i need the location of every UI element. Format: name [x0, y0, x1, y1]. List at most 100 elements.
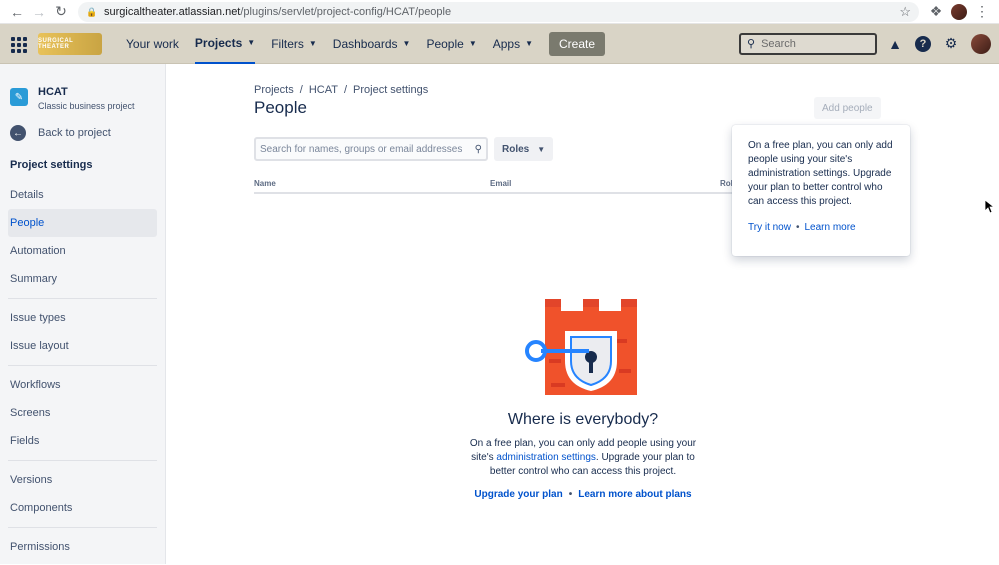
table-header: Name Email Rol	[254, 177, 734, 194]
empty-state-body: On a free plan, you can only add people …	[456, 437, 710, 479]
nav-label: People	[426, 36, 464, 51]
nav-label: Apps	[492, 36, 521, 51]
browser-menu-icon[interactable]: ⋮	[971, 1, 993, 23]
link-separator: •	[795, 222, 800, 233]
sidebar-item-issue-layout[interactable]: Issue layout	[8, 332, 157, 360]
empty-state: Where is everybody? On a free plan, you …	[456, 299, 710, 500]
search-icon: ⚲	[747, 38, 756, 50]
nav-apps[interactable]: Apps ▼	[493, 24, 533, 64]
learn-more-plans-link[interactable]: Learn more about plans	[578, 489, 691, 500]
notifications-icon[interactable]: ▲	[885, 34, 905, 54]
help-glyph: ?	[915, 35, 931, 52]
app-switcher-icon[interactable]	[8, 34, 28, 54]
browser-bar: ← → ↻ 🔒 surgicaltheater.atlassian.net/pl…	[0, 0, 999, 24]
breadcrumb-hcat[interactable]: HCAT	[309, 84, 338, 96]
try-it-now-link[interactable]: Try it now	[748, 222, 791, 233]
global-search-input[interactable]: ⚲ Search	[739, 32, 877, 55]
project-sidebar: ✎ HCAT Classic business project ← Back t…	[0, 64, 166, 564]
sidebar-item-issue-types[interactable]: Issue types	[8, 304, 157, 332]
nav-projects[interactable]: Projects ▼	[194, 24, 256, 64]
add-people-button[interactable]: Add people	[814, 97, 881, 119]
nav-label: Dashboards	[332, 36, 398, 51]
project-header[interactable]: ✎ HCAT Classic business project	[8, 80, 157, 111]
site-logo[interactable]: SURGICAL THEATER	[38, 32, 102, 55]
sidebar-item-automation[interactable]: Automation	[8, 237, 157, 265]
column-email[interactable]: Email	[490, 179, 511, 188]
sidebar-item-summary[interactable]: Summary	[8, 265, 157, 293]
forward-arrow-icon[interactable]: →	[28, 1, 50, 23]
search-placeholder: Search	[761, 37, 796, 50]
sidebar-divider	[8, 365, 157, 366]
column-role[interactable]: Rol	[720, 179, 733, 188]
learn-more-link[interactable]: Learn more	[804, 222, 855, 233]
castle-icon	[525, 299, 637, 395]
sidebar-item-versions[interactable]: Versions	[8, 466, 157, 494]
search-icon: ⚲	[474, 143, 482, 155]
roles-label: Roles	[502, 143, 530, 155]
sidebar-item-people[interactable]: People	[8, 209, 157, 237]
reload-icon[interactable]: ↻	[50, 1, 72, 23]
upgrade-plan-link[interactable]: Upgrade your plan	[474, 489, 562, 500]
link-separator: •	[568, 489, 573, 500]
castle-key-illustration	[523, 299, 643, 397]
arrow-left-icon: ←	[10, 125, 26, 141]
address-bar[interactable]: 🔒 surgicaltheater.atlassian.net/plugins/…	[78, 1, 919, 22]
chevron-down-icon: ▼	[308, 39, 317, 48]
nav-your-work[interactable]: Your work	[126, 24, 179, 64]
chevron-down-icon: ▼	[525, 39, 534, 48]
lock-icon: 🔒	[86, 6, 98, 17]
user-avatar[interactable]	[971, 33, 991, 54]
mouse-cursor-icon	[985, 200, 995, 214]
sidebar-item-components[interactable]: Components	[8, 494, 157, 522]
project-name: HCAT	[38, 86, 68, 98]
breadcrumb-project-settings[interactable]: Project settings	[353, 84, 428, 96]
people-search-input[interactable]: Search for names, groups or email addres…	[254, 137, 488, 161]
free-plan-flag: On a free plan, you can only add people …	[732, 125, 910, 256]
help-icon[interactable]: ?	[913, 34, 933, 54]
nav-label: Filters	[271, 36, 304, 51]
back-to-project-link[interactable]: ← Back to project	[8, 125, 157, 141]
chevron-down-icon: ▼	[402, 39, 411, 48]
breadcrumb: Projects / HCAT / Project settings	[254, 84, 999, 96]
breadcrumb-projects[interactable]: Projects	[254, 84, 294, 96]
sidebar-divider	[8, 527, 157, 528]
settings-gear-icon[interactable]: ⚙	[941, 34, 961, 54]
nav-label: Projects	[194, 35, 243, 50]
back-arrow-icon[interactable]: ←	[6, 1, 28, 23]
back-label: Back to project	[38, 127, 111, 139]
empty-state-heading: Where is everybody?	[507, 411, 659, 428]
sidebar-item-workflows[interactable]: Workflows	[8, 371, 157, 399]
breadcrumb-separator: /	[299, 84, 303, 96]
url-path: /plugins/servlet/project-config/HCAT/peo…	[240, 5, 452, 18]
browser-profile-avatar[interactable]	[951, 3, 967, 20]
extensions-puzzle-icon[interactable]: ❖	[925, 1, 947, 23]
project-icon: ✎	[10, 88, 28, 106]
nav-label: Your work	[126, 36, 179, 51]
chevron-down-icon: ▼	[247, 38, 256, 47]
nav-dashboards[interactable]: Dashboards ▼	[333, 24, 411, 64]
breadcrumb-separator: /	[343, 84, 348, 96]
create-button[interactable]: Create	[549, 31, 606, 56]
sidebar-item-permissions[interactable]: Permissions	[8, 533, 157, 561]
page-title: People	[254, 98, 307, 117]
roles-dropdown[interactable]: Roles ▼	[494, 137, 554, 161]
column-name[interactable]: Name	[254, 179, 276, 188]
top-navigation: SURGICAL THEATER Your work Projects ▼ Fil…	[0, 24, 999, 64]
sidebar-item-screens[interactable]: Screens	[8, 399, 157, 427]
chevron-down-icon: ▼	[537, 144, 546, 154]
bookmark-star-icon[interactable]: ☆	[899, 4, 911, 20]
chevron-down-icon: ▼	[468, 39, 477, 48]
administration-settings-link[interactable]: administration settings	[496, 452, 596, 463]
flag-text: On a free plan, you can only add people …	[748, 140, 893, 207]
nav-people[interactable]: People ▼	[426, 24, 476, 64]
empty-state-links: Upgrade your plan • Learn more about plans	[456, 489, 710, 500]
people-search-placeholder: Search for names, groups or email addres…	[260, 143, 463, 155]
sidebar-section-title: Project settings	[10, 159, 93, 171]
sidebar-divider	[8, 460, 157, 461]
sidebar-item-fields[interactable]: Fields	[8, 427, 157, 455]
sidebar-item-details[interactable]: Details	[8, 181, 157, 209]
main-content: Projects / HCAT / Project settings People Ad…	[166, 64, 999, 564]
flag-links: Try it now • Learn more	[748, 221, 894, 235]
sidebar-divider	[8, 298, 157, 299]
nav-filters[interactable]: Filters ▼	[271, 24, 317, 64]
